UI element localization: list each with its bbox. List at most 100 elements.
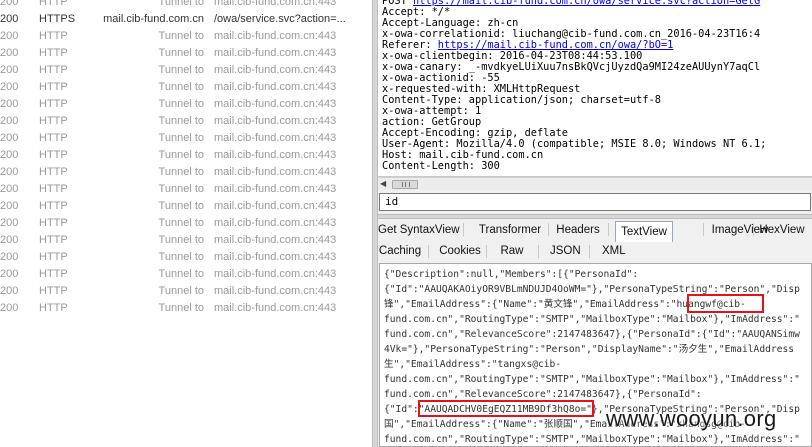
session-result: 200 [0,268,19,280]
scroll-left-arrow-icon[interactable]: ◀ [380,179,390,189]
session-row[interactable]: 200 HTTP Tunnel to mail.cib-fund.com.cn:443 [0,45,372,62]
session-host: Tunnel to [158,115,204,127]
session-row[interactable]: 200 HTTPS mail.cib-fund.com.cn/owa/service… [0,11,372,28]
header-text: Content-Length: 300 [382,160,500,172]
session-row[interactable]: 200 HTTP Tunnel to mail.cib-fund.com.cn:443 [0,62,372,79]
session-result: 200 [0,251,19,263]
session-row[interactable]: 200 HTTP Tunnel to mail.cib-fund.com.cn:443 [0,232,372,249]
request-header-line: Content-Length: 300 [382,161,812,172]
session-protocol: HTTP [39,217,68,229]
tab-caching[interactable]: Caching [378,241,422,261]
tab-headers[interactable]: Headers [554,220,602,240]
session-protocol: HTTP [39,98,68,110]
session-result: 200 [0,234,19,246]
session-host: Tunnel to [158,200,204,212]
session-host: Tunnel to [158,234,204,246]
tab-textview[interactable]: TextView [615,221,673,242]
session-host: Tunnel to [158,81,204,93]
session-host: Tunnel to [158,285,204,297]
tab-separator [753,223,754,236]
session-row[interactable]: 200 HTTP Tunnel to mail.cib-fund.com.cn:443 [0,215,372,232]
session-host: Tunnel to [158,64,204,76]
response-line: fund.com.cn","RelevanceScore":2147483647… [384,329,800,340]
session-url: mail.cib-fund.com.cn:443 [214,81,337,93]
session-protocol: HTTPS [39,13,76,25]
session-row[interactable]: 200 HTTP Tunnel to mail.cib-fund.com.cn:443 [0,130,372,147]
highlight-box-email [687,294,764,313]
session-row[interactable]: 200 HTTP Tunnel to mail.cib-fund.com.cn:443 [0,79,372,96]
request-headers-view[interactable]: POST https://mail.cib-fund.com.cn/owa/se… [378,0,812,177]
session-url: mail.cib-fund.com.cn:443 [214,47,337,59]
tab-xml[interactable]: XML [602,241,626,261]
tab-transformer[interactable]: Transformer [474,220,546,240]
session-url: /owa/service.svc?action=... [214,13,346,25]
session-url: mail.cib-fund.com.cn:443 [214,251,337,263]
session-protocol: HTTP [39,268,68,280]
session-protocol: HTTP [39,166,68,178]
tab-json[interactable]: JSON [550,241,581,261]
session-result: 200 [0,302,19,314]
session-result: 200 [0,166,19,178]
session-row[interactable]: 200 HTTP Tunnel to mail.cib-fund.com.cn:443 [0,266,372,283]
session-url: mail.cib-fund.com.cn:443 [214,0,337,8]
session-result: 200 [0,217,19,229]
session-row[interactable]: 200 HTTP Tunnel to mail.cib-fund.com.cn:443 [0,113,372,130]
session-host: Tunnel to [158,30,204,42]
session-protocol: HTTP [39,30,68,42]
session-protocol: HTTP [39,81,68,93]
session-row[interactable]: 200 HTTP Tunnel to mail.cib-fund.com.cn:443 [0,147,372,164]
tab-separator [428,245,429,258]
session-url: mail.cib-fund.com.cn:443 [214,149,337,161]
session-row[interactable]: 200 HTTP Tunnel to mail.cib-fund.com.cn:443 [0,0,372,11]
grip-icon [402,182,410,187]
session-host: Tunnel to [158,302,204,314]
session-result: 200 [0,285,19,297]
session-result: 200 [0,64,19,76]
tab-separator [703,223,704,236]
session-row[interactable]: 200 HTTP Tunnel to mail.cib-fund.com.cn:443 [0,181,372,198]
tab-hexview[interactable]: HexView [757,220,807,240]
session-url: mail.cib-fund.com.cn:443 [214,115,337,127]
session-protocol: HTTP [39,302,68,314]
session-row[interactable]: 200 HTTP Tunnel to mail.cib-fund.com.cn:443 [0,164,372,181]
session-result: 200 [0,47,19,59]
scrollbar-thumb[interactable] [392,180,418,189]
session-row[interactable]: 200 HTTP Tunnel to mail.cib-fund.com.cn:443 [0,198,372,215]
session-row[interactable]: 200 HTTP Tunnel to mail.cib-fund.com.cn:443 [0,283,372,300]
header-link[interactable]: https://mail.cib-fund.com.cn/owa/service… [413,0,760,7]
session-protocol: HTTP [39,234,68,246]
session-url: mail.cib-fund.com.cn:443 [214,183,337,195]
session-row[interactable]: 200 HTTP Tunnel to mail.cib-fund.com.cn:443 [0,96,372,113]
session-row[interactable]: 200 HTTP Tunnel to mail.cib-fund.com.cn:443 [0,300,372,317]
session-url: mail.cib-fund.com.cn:443 [214,166,337,178]
tab-cookies[interactable]: Cookies [438,241,482,261]
session-host: Tunnel to [158,47,204,59]
session-row[interactable]: 200 HTTP Tunnel to mail.cib-fund.com.cn:443 [0,28,372,45]
session-host: Tunnel to [158,0,204,8]
session-protocol: HTTP [39,285,68,297]
session-host: Tunnel to [158,132,204,144]
session-protocol: HTTP [39,132,68,144]
tab-separator [589,245,590,258]
session-row[interactable]: 200 HTTP Tunnel to mail.cib-fund.com.cn:443 [0,249,372,266]
tab-get-syntaxview[interactable]: Get SyntaxView [378,220,460,240]
tab-separator [608,223,609,236]
session-result: 200 [0,0,19,8]
session-list[interactable]: 200 HTTP Tunnel to mail.cib-fund.com.cn:443… [0,0,372,447]
tab-separator [486,245,487,258]
session-protocol: HTTP [39,0,68,8]
session-result: 200 [0,13,19,25]
session-protocol: HTTP [39,115,68,127]
session-url: mail.cib-fund.com.cn:443 [214,64,337,76]
session-url: mail.cib-fund.com.cn:443 [214,30,337,42]
tab-separator [463,223,464,236]
response-line: 4Vk="},"PersonaTypeString":"Person","Dis… [384,344,794,355]
find-input[interactable]: id [379,193,811,211]
session-result: 200 [0,200,19,212]
session-protocol: HTTP [39,149,68,161]
horizontal-scrollbar[interactable]: ◀ [378,177,812,190]
session-url: mail.cib-fund.com.cn:443 [214,285,337,297]
session-host: Tunnel to [158,149,204,161]
tab-raw[interactable]: Raw [497,241,527,261]
session-result: 200 [0,81,19,93]
